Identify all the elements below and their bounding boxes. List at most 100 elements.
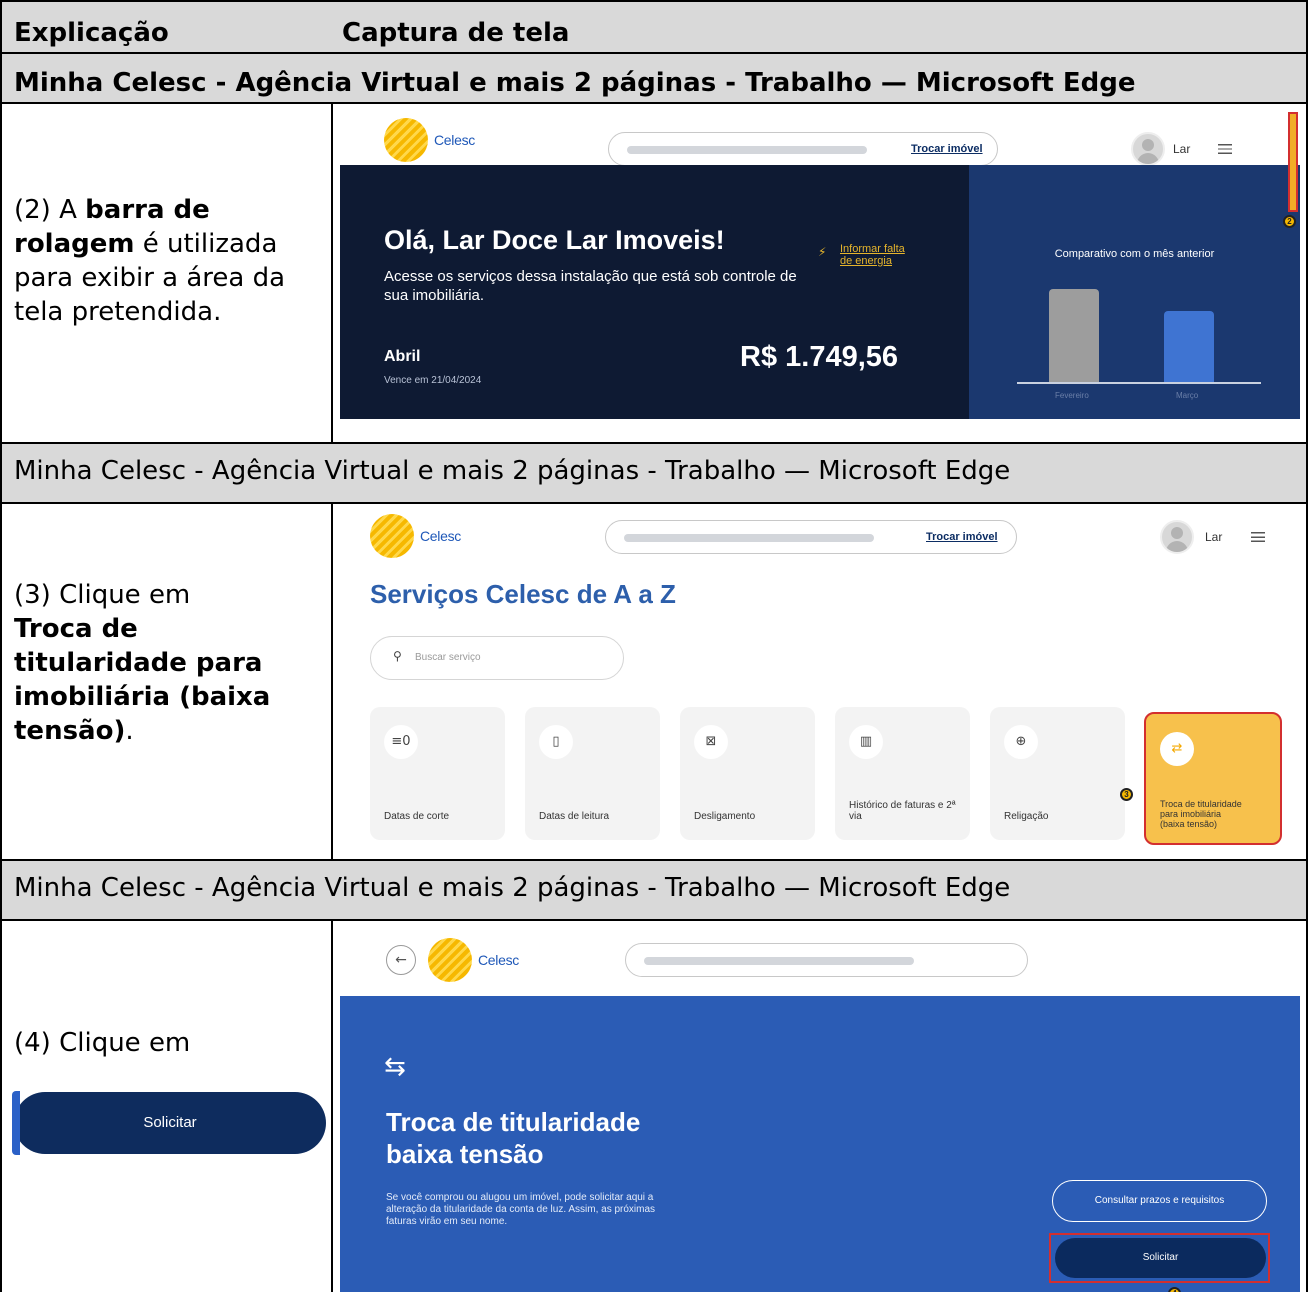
service-card-label: Histórico de faturas e 2ª via <box>849 800 956 822</box>
celesc-logo: Celesc <box>428 938 519 982</box>
service-card-label: Desligamento <box>694 811 756 822</box>
swap-icon: ⇄ <box>1160 732 1194 766</box>
column-divider <box>331 102 333 442</box>
bar-current-month <box>1164 311 1214 382</box>
user-name: Lar <box>1173 142 1191 156</box>
consultar-prazos-button[interactable]: Consultar prazos e requisitos <box>1052 1180 1267 1222</box>
hero-subtitle: Acesse os serviços dessa instalação que … <box>384 268 797 304</box>
solicitar-button-reference: Solicitar <box>12 1091 326 1155</box>
screenshot-troca-titularidade: ← Celesc ⇆ Troca de titularidade baixa t… <box>340 922 1300 1292</box>
greeting: Olá, Lar Doce Lar Imoveis! <box>384 225 725 255</box>
service-title-line2: baixa tensão <box>386 1139 544 1169</box>
celesc-logo: Celesc <box>370 514 461 558</box>
service-title: Troca de titularidade baixa tensão <box>386 1106 746 1170</box>
address-redacted <box>627 146 867 154</box>
header-captura: Captura de tela <box>342 18 570 48</box>
invoice-month: Abril <box>384 348 421 365</box>
service-card-label: Troca de titularidade para imobiliária (… <box>1160 799 1242 829</box>
calendar-list-icon: ≡0 <box>384 725 418 759</box>
bar-label-previous: Fevereiro <box>1055 391 1089 400</box>
step-marker-4: 4 <box>1168 1287 1181 1292</box>
service-card-label: Datas de leitura <box>539 811 610 822</box>
document-icon: ▯ <box>539 725 573 759</box>
service-card-label: Datas de corte <box>384 811 450 822</box>
service-card-datas-corte[interactable]: ≡0 Datas de corte <box>370 707 505 840</box>
invoice-amount: R$ 1.749,56 <box>740 341 899 373</box>
comparison-title: Comparativo com o mês anterior <box>1054 248 1215 260</box>
screenshot-services: Celesc Trocar imóvel Lar Serviços Celesc… <box>340 506 1300 854</box>
step-marker-2: 2 <box>1283 215 1296 228</box>
service-card-religacao[interactable]: ⊕ Religação <box>990 707 1125 840</box>
scrollbar-thumb[interactable] <box>1288 112 1298 212</box>
bar-previous-month <box>1049 289 1099 382</box>
window-title: Minha Celesc - Agência Virtual e mais 2 … <box>14 68 1136 98</box>
step-2-text-pre: (2) A <box>14 195 86 225</box>
hamburger-menu-icon[interactable] <box>1218 144 1232 154</box>
search-icon: ⚲ <box>393 649 402 663</box>
swap-icon: ⇆ <box>384 1052 406 1082</box>
address-redacted <box>624 534 874 542</box>
hamburger-menu-icon[interactable] <box>1251 532 1265 542</box>
step-3-explanation: (3) Clique em Troca de titularidade para… <box>14 578 314 748</box>
service-card-historico[interactable]: ▥ Histórico de faturas e 2ª via <box>835 707 970 840</box>
screenshot-home: Celesc Trocar imóvel Lar Olá, Lar Doce L… <box>340 112 1300 436</box>
celesc-logo-icon <box>384 118 428 162</box>
header-explicacao: Explicação <box>14 18 169 48</box>
step-marker-3: 3 <box>1120 788 1133 801</box>
row-divider <box>0 919 1308 921</box>
informar-falta-link[interactable]: Informar falta de energia <box>840 243 905 267</box>
power-icon: ⊕ <box>1004 725 1038 759</box>
chart-baseline <box>1017 382 1261 384</box>
celesc-logo-icon <box>370 514 414 558</box>
service-card-label: Religação <box>1004 811 1049 822</box>
back-arrow-icon[interactable]: ← <box>386 945 416 975</box>
comparison-panel: Comparativo com o mês anterior Fevereiro… <box>969 165 1300 419</box>
services-title: Serviços Celesc de A a Z <box>370 579 676 609</box>
celesc-logo-icon <box>428 938 472 982</box>
window-title: Minha Celesc - Agência Virtual e mais 2 … <box>14 873 1011 903</box>
informar-falta-line2: de energia <box>840 255 892 267</box>
search-placeholder: Buscar serviço <box>415 652 481 663</box>
user-name: Lar <box>1205 530 1223 544</box>
invoice-due-date: Vence em 21/04/2024 <box>384 375 482 386</box>
step-3-text-pre: (3) Clique em <box>14 580 191 610</box>
address-redacted <box>644 957 914 965</box>
service-description: Se você comprou ou alugou um imóvel, pod… <box>386 1192 656 1227</box>
power-outage-icon: ⚡ <box>818 245 827 259</box>
table-border-left <box>0 0 2 1292</box>
window-title: Minha Celesc - Agência Virtual e mais 2 … <box>14 456 1011 486</box>
avatar[interactable] <box>1131 132 1165 166</box>
step-4-explanation: (4) Clique em <box>14 1028 191 1058</box>
header-row <box>2 2 1306 52</box>
step-3-text-post: . <box>125 716 134 746</box>
calendar-cancel-icon: ⊠ <box>694 725 728 759</box>
row-divider <box>0 502 1308 504</box>
service-card-troca-titularidade[interactable]: ⇄ Troca de titularidade para imobiliária… <box>1144 712 1282 845</box>
informar-falta-line1: Informar falta <box>840 243 905 255</box>
celesc-logo-text: Celesc <box>434 132 475 148</box>
service-card-datas-leitura[interactable]: ▯ Datas de leitura <box>525 707 660 840</box>
step-3-text-bold: Troca de titularidade para imobiliária (… <box>14 614 271 746</box>
solicitar-button[interactable]: Solicitar <box>1055 1238 1266 1278</box>
celesc-logo-text: Celesc <box>478 952 519 968</box>
step-2-explanation: (2) A barra de rolagem é utilizada para … <box>14 193 314 329</box>
celesc-logo-text: Celesc <box>420 528 461 544</box>
address-pill[interactable] <box>625 943 1028 977</box>
service-hero: ⇆ Troca de titularidade baixa tensão Se … <box>340 996 1300 1292</box>
trocar-imovel-link[interactable]: Trocar imóvel <box>911 143 983 155</box>
service-title-line1: Troca de titularidade <box>386 1107 641 1137</box>
instruction-table: Explicação Captura de tela Minha Celesc … <box>0 0 1308 1292</box>
celesc-logo: Celesc <box>384 118 475 162</box>
search-input[interactable]: ⚲ Buscar serviço <box>370 636 624 680</box>
column-divider <box>331 919 333 1292</box>
address-pill[interactable]: Trocar imóvel <box>605 520 1017 554</box>
row-divider <box>0 102 1308 104</box>
trocar-imovel-link[interactable]: Trocar imóvel <box>926 531 998 543</box>
bar-label-current: Março <box>1176 391 1199 400</box>
avatar[interactable] <box>1160 520 1194 554</box>
service-card-desligamento[interactable]: ⊠ Desligamento <box>680 707 815 840</box>
hero-banner: Olá, Lar Doce Lar Imoveis! Acesse os ser… <box>340 165 1300 419</box>
address-pill[interactable]: Trocar imóvel <box>608 132 998 166</box>
chart-icon: ▥ <box>849 725 883 759</box>
column-divider <box>331 502 333 859</box>
